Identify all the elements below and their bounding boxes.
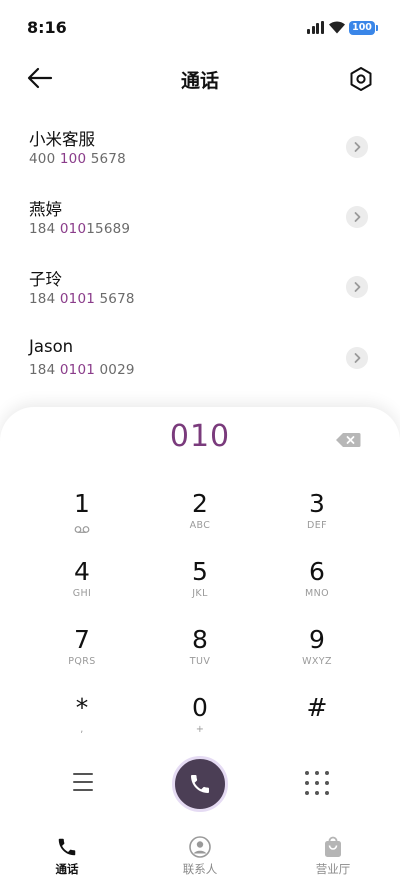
dial-key-2[interactable]: 2 ABC	[155, 489, 245, 547]
tab-contacts[interactable]: 联系人	[133, 820, 267, 889]
contact-number: 184 0101 0029	[29, 362, 135, 378]
contact-suggestions: 小米客服 400 100 5678 燕婷 184 01015689 子玲 184…	[0, 110, 400, 440]
hexagon-settings-icon[interactable]	[346, 64, 376, 94]
match-highlight: 010	[59, 221, 87, 237]
status-time: 8:16	[27, 18, 67, 37]
phone-icon	[58, 838, 76, 856]
contact-row[interactable]: 子玲 184 0101 5678	[0, 250, 400, 320]
app-header: 通话	[0, 50, 400, 110]
dial-key-5[interactable]: 5 JKL	[155, 557, 245, 615]
chevron-right-icon[interactable]	[346, 276, 368, 298]
shopping-bag-icon	[325, 836, 341, 857]
match-highlight: 0101	[59, 291, 96, 307]
contact-number: 184 01015689	[29, 221, 131, 237]
dial-key-hash[interactable]: #	[272, 693, 362, 751]
page-title: 通话	[180, 70, 219, 92]
menu-icon[interactable]	[70, 771, 96, 793]
contact-number: 400 100 5678	[29, 151, 126, 167]
tab-label: 通话	[55, 862, 79, 876]
dialpad-sheet: 010 1 2 ABC 3 DEF 4 GHI 5 JKL 6 MNO 7 PQRS 8 TU…	[0, 407, 400, 820]
wifi-icon	[329, 21, 345, 34]
battery-icon: 100	[349, 21, 378, 35]
contact-name: Jason	[29, 337, 74, 356]
dialpad-grid-icon[interactable]	[305, 771, 329, 795]
tab-service-hall[interactable]: 营业厅	[266, 820, 400, 889]
contact-person-icon	[189, 836, 211, 858]
chevron-right-icon[interactable]	[346, 136, 368, 158]
contact-row[interactable]: 小米客服 400 100 5678	[0, 110, 400, 180]
chevron-right-icon[interactable]	[346, 347, 368, 369]
contact-row[interactable]: 燕婷 184 01015689	[0, 180, 400, 250]
contact-number: 184 0101 5678	[29, 291, 135, 307]
contact-name: 子玲	[29, 270, 62, 289]
tab-label: 营业厅	[315, 862, 351, 876]
contact-row[interactable]: Jason 184 0101 0029	[0, 321, 400, 391]
dial-key-1[interactable]: 1	[37, 489, 127, 547]
status-bar: 8:16 100	[0, 0, 400, 50]
dial-key-9[interactable]: 9 WXYZ	[272, 625, 362, 683]
dial-key-6[interactable]: 6 MNO	[272, 557, 362, 615]
match-highlight: 100	[59, 151, 87, 167]
tab-calls[interactable]: 通话	[0, 820, 134, 889]
dial-key-7[interactable]: 7 PQRS	[37, 625, 127, 683]
call-button[interactable]	[172, 756, 228, 812]
dial-key-8[interactable]: 8 TUV	[155, 625, 245, 683]
phone-icon	[191, 775, 209, 793]
bottom-tab-bar: 通话 联系人 营业厅	[0, 820, 400, 889]
cellular-signal-icon	[307, 21, 324, 34]
dial-key-star[interactable]: *,	[37, 693, 127, 751]
dial-key-0[interactable]: 0 +	[155, 693, 245, 751]
voicemail-icon	[74, 526, 90, 533]
chevron-right-icon[interactable]	[346, 206, 368, 228]
backspace-icon[interactable]	[335, 432, 361, 448]
dial-key-3[interactable]: 3 DEF	[272, 489, 362, 547]
contact-name: 燕婷	[29, 200, 62, 219]
dial-key-4[interactable]: 4 GHI	[37, 557, 127, 615]
match-highlight: 0101	[59, 362, 96, 378]
contact-name: 小米客服	[29, 130, 95, 149]
tab-label: 联系人	[182, 862, 218, 876]
